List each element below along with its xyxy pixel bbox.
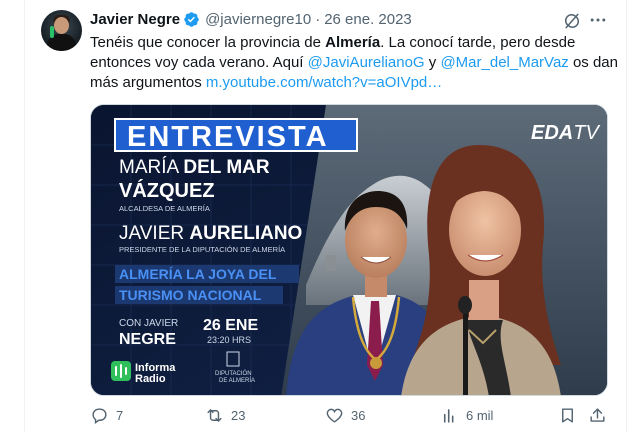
air-date: 26 ENE xyxy=(203,317,258,334)
avatar[interactable] xyxy=(41,10,82,51)
tweet-date[interactable]: 26 ene. 2023 xyxy=(324,11,412,28)
tweet-frame: Javier Negre @javiernegre10 · 26 ene. 20… xyxy=(0,0,638,432)
timeline-border-right xyxy=(626,0,627,432)
eda-brand: EDA xyxy=(531,122,573,144)
action-bar: 7 23 36 6 mil xyxy=(90,406,610,428)
crest-text2: DE ALMERÍA xyxy=(219,377,255,384)
reply-count: 7 xyxy=(116,408,124,423)
air-time: 23:20 HRS xyxy=(207,335,251,345)
verified-badge-icon[interactable] xyxy=(183,11,200,28)
repost-count: 23 xyxy=(231,408,246,423)
tweet-header: Javier Negre @javiernegre10 · 26 ene. 20… xyxy=(90,9,412,29)
bookmark-icon xyxy=(562,408,573,423)
views-count: 6 mil xyxy=(466,408,494,423)
reply-action[interactable]: 7 xyxy=(90,406,123,425)
like-action[interactable]: 36 xyxy=(325,406,365,425)
views-action[interactable]: 6 mil xyxy=(440,406,493,425)
repost-icon xyxy=(207,409,222,422)
banner-text: ENTREVISTA xyxy=(127,121,329,153)
author-handle[interactable]: @javiernegre10 xyxy=(205,11,311,28)
guest1-first: MARÍA xyxy=(119,157,183,178)
bookmark-action[interactable] xyxy=(558,406,577,425)
tweet-text: Tenéis que conocer la provincia de Almer… xyxy=(90,33,620,93)
tweet-text-part3: y xyxy=(424,54,441,71)
eda-suffix: TV xyxy=(573,122,600,144)
guest1-last: VÁZQUEZ xyxy=(119,179,215,202)
informa-radio-text2: Radio xyxy=(135,373,166,385)
guest1-bold: DEL MAR xyxy=(183,157,269,178)
mention-mardelmar[interactable]: @Mar_del_MarVaz xyxy=(440,54,568,71)
like-count: 36 xyxy=(351,408,366,423)
timeline-border-left xyxy=(24,0,25,432)
views-chart-icon xyxy=(443,409,454,423)
guest2-name: JAVIER AURELIANO xyxy=(119,223,302,244)
share-icon xyxy=(590,408,605,422)
guest1-name-line1: MARÍA DEL MAR xyxy=(119,157,270,178)
share-action[interactable] xyxy=(588,406,607,425)
headline-line1: ALMERÍA LA JOYA DEL xyxy=(119,266,277,282)
host-name: NEGRE xyxy=(119,331,176,348)
grok-icon[interactable] xyxy=(562,11,582,31)
youtube-link[interactable]: m.youtube.com/watch?v=aOIVpd… xyxy=(206,74,442,91)
crest-text1: DIPUTACIÓN xyxy=(215,370,252,377)
with-label: CON JAVIER xyxy=(119,318,178,329)
tweet-text-part1: Tenéis que conocer la provincia de xyxy=(90,34,326,51)
interview-poster: ENTREVISTA MARÍA DEL MAR VÁZQUEZ ALCALDE… xyxy=(91,105,607,395)
repost-action[interactable]: 23 xyxy=(205,406,245,425)
more-options-icon[interactable] xyxy=(588,10,608,30)
guest2-bold: AURELIANO xyxy=(189,223,302,244)
eda-tv-logo: EDATV xyxy=(531,122,600,144)
author-name[interactable]: Javier Negre xyxy=(90,11,180,28)
separator-dot: · xyxy=(315,10,321,28)
mention-javiaureliano[interactable]: @JaviAurelianoG xyxy=(308,54,425,71)
reply-icon xyxy=(92,408,107,425)
guest2-first: JAVIER xyxy=(119,223,189,244)
tweet-text-bold: Almería xyxy=(325,34,381,51)
guest1-role: ALCALDESA DE ALMERÍA xyxy=(119,204,210,213)
guest2-role: PRESIDENTE DE LA DIPUTACIÓN DE ALMERÍA xyxy=(119,245,285,254)
headline-line2: TURISMO NACIONAL xyxy=(119,287,262,303)
heart-icon xyxy=(326,408,343,423)
media-image[interactable]: ENTREVISTA MARÍA DEL MAR VÁZQUEZ ALCALDE… xyxy=(90,104,608,396)
